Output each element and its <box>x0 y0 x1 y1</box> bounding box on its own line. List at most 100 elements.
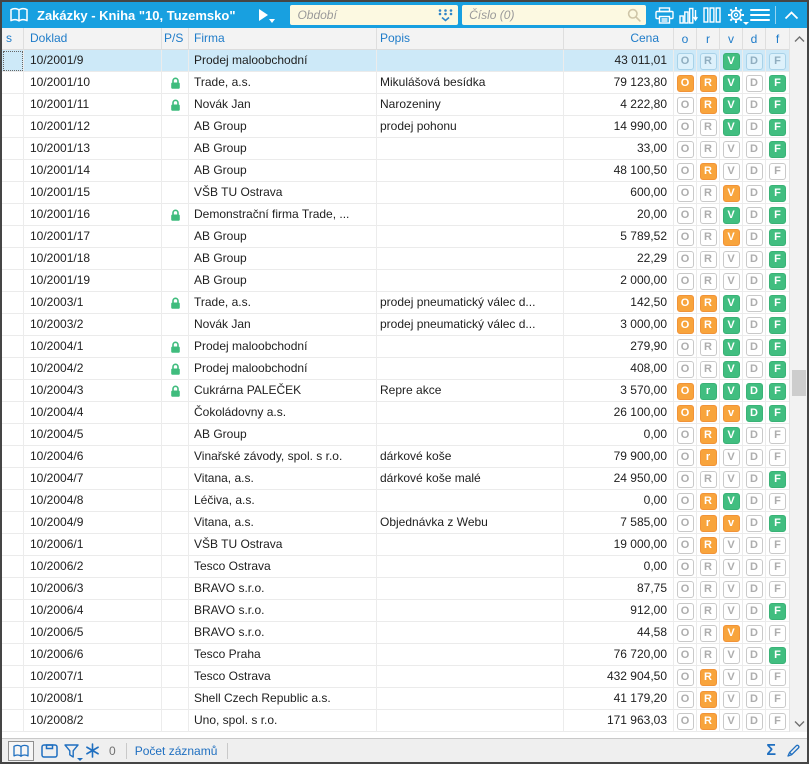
row-marker-cell[interactable] <box>2 710 24 732</box>
row-marker-cell[interactable] <box>2 226 24 248</box>
table-row[interactable]: 10/2001/13 AB Group 33,00 O R V D F <box>2 138 789 160</box>
column-header-v[interactable]: v <box>720 28 743 50</box>
table-row[interactable]: 10/2006/3 BRAVO s.r.o. 87,75 O R V D F <box>2 578 789 600</box>
column-header-cena[interactable]: Cena <box>564 28 674 50</box>
row-marker-cell[interactable] <box>2 292 24 314</box>
archive-button[interactable] <box>41 741 58 761</box>
row-marker-cell[interactable] <box>2 666 24 688</box>
table-row[interactable]: 10/2004/4 Čokoládovny a.s. 26 100,00 Or v D F <box>2 402 789 424</box>
status-badge-r: R <box>699 558 717 576</box>
status-badge-d: D <box>745 404 763 422</box>
table-row[interactable]: 10/2006/5 BRAVO s.r.o. 44,58 O R V D F <box>2 622 789 644</box>
scrollbar-thumb[interactable] <box>792 370 806 396</box>
columns-button[interactable] <box>701 4 723 26</box>
period-picker-icon[interactable] <box>437 8 454 27</box>
table-row[interactable]: 10/2001/16 Demonstrační firma Trade, ... 2… <box>2 204 789 226</box>
row-marker-cell[interactable] <box>2 424 24 446</box>
row-marker-cell[interactable] <box>2 380 24 402</box>
scroll-down-button[interactable] <box>790 714 807 732</box>
collapse-panel-button[interactable] <box>773 4 802 26</box>
table-row[interactable]: 10/2001/17 AB Group 5 789,52 O R V D F <box>2 226 789 248</box>
table-row[interactable]: 10/2006/1 VŠB TU Ostrava 19 000,00 O R V D F <box>2 534 789 556</box>
row-marker-cell[interactable] <box>2 94 24 116</box>
row-marker-cell[interactable] <box>2 490 24 512</box>
row-marker-cell[interactable] <box>2 248 24 270</box>
column-header-popis[interactable]: Popis <box>377 28 564 50</box>
row-marker-cell[interactable] <box>2 600 24 622</box>
table-row[interactable]: 10/2001/9 Prodej maloobchodní 43 011,01 O R V… <box>2 50 789 72</box>
status-badge-f: F <box>769 624 786 642</box>
row-marker-cell[interactable] <box>2 622 24 644</box>
row-marker-cell[interactable] <box>2 446 24 468</box>
row-marker-cell[interactable] <box>2 358 24 380</box>
vertical-scrollbar[interactable] <box>789 28 807 732</box>
table-row[interactable]: 10/2001/11 Novák Jan Narozeniny 4 222,80 O R V… <box>2 94 789 116</box>
table-row[interactable]: 10/2003/1 Trade, a.s. prodej pneumatický v… <box>2 292 789 314</box>
row-marker-cell[interactable] <box>2 270 24 292</box>
row-marker-cell[interactable] <box>2 72 24 94</box>
row-marker-cell[interactable] <box>2 512 24 534</box>
column-header-o[interactable]: o <box>674 28 697 50</box>
row-marker-cell[interactable] <box>2 556 24 578</box>
cell-badge: D <box>743 644 766 666</box>
record-count-label[interactable]: Počet záznamů <box>135 744 218 758</box>
table-row[interactable]: 10/2004/7 Vitana, a.s. dárkové koše malé 24… <box>2 468 789 490</box>
table-row[interactable]: 10/2001/14 AB Group 48 100,50 O R V D F <box>2 160 789 182</box>
search-input[interactable] <box>462 6 646 24</box>
table-row[interactable]: 10/2004/2 Prodej maloobchodní 408,00 O R V D F <box>2 358 789 380</box>
chart-button[interactable] <box>677 4 699 26</box>
table-row[interactable]: 10/2001/10 Trade, a.s. Mikulášová besídka 7… <box>2 72 789 94</box>
table-row[interactable]: 10/2001/19 AB Group 2 000,00 O R V D F <box>2 270 789 292</box>
row-marker-cell[interactable] <box>2 336 24 358</box>
table-row[interactable]: 10/2003/2 Novák Jan prodej pneumatický vál… <box>2 314 789 336</box>
row-marker-cell[interactable] <box>2 578 24 600</box>
snowflake-button[interactable] <box>85 741 100 761</box>
table-row[interactable]: 10/2004/9 Vitana, a.s. Objednávka z Webu 7 … <box>2 512 789 534</box>
table-row[interactable]: 10/2007/1 Tesco Ostrava 432 904,50 O R V D F <box>2 666 789 688</box>
row-marker-cell[interactable] <box>2 50 24 72</box>
column-header-doklad[interactable]: Doklad <box>24 28 162 50</box>
table-row[interactable]: 10/2006/6 Tesco Praha 76 720,00 O R V D F <box>2 644 789 666</box>
table-row[interactable]: 10/2001/15 VŠB TU Ostrava 600,00 O R V D F <box>2 182 789 204</box>
row-marker-cell[interactable] <box>2 402 24 424</box>
row-marker-cell[interactable] <box>2 138 24 160</box>
cell-badge: R <box>697 468 720 490</box>
table-row[interactable]: 10/2006/2 Tesco Ostrava 0,00 O R V D F <box>2 556 789 578</box>
sum-button[interactable]: Σ <box>766 742 776 759</box>
row-marker-cell[interactable] <box>2 204 24 226</box>
menu-button[interactable] <box>749 4 771 26</box>
view-book-button[interactable] <box>8 740 34 761</box>
table-row[interactable]: 10/2008/2 Uno, spol. s r.o. 171 963,03 O R V D… <box>2 710 789 732</box>
column-header-firma[interactable]: Firma <box>189 28 377 50</box>
table-row[interactable]: 10/2004/5 AB Group 0,00 O R V D F <box>2 424 789 446</box>
column-header-r[interactable]: r <box>697 28 720 50</box>
scroll-up-button[interactable] <box>790 30 807 48</box>
table-row[interactable]: 10/2004/8 Léčiva, a.s. 0,00 O R V D F <box>2 490 789 512</box>
table-row[interactable]: 10/2004/3 Cukrárna PALEČEK Repre akce 3 570… <box>2 380 789 402</box>
row-marker-cell[interactable] <box>2 688 24 710</box>
table-row[interactable]: 10/2001/18 AB Group 22,29 O R V D F <box>2 248 789 270</box>
row-marker-cell[interactable] <box>2 116 24 138</box>
table-row[interactable]: 10/2006/4 BRAVO s.r.o. 912,00 O R V D F <box>2 600 789 622</box>
edit-button[interactable] <box>786 741 801 761</box>
column-header-f[interactable]: f <box>766 28 789 50</box>
table-row[interactable]: 10/2004/6 Vinařské závody, spol. s r.o. dá… <box>2 446 789 468</box>
column-header-s[interactable]: s <box>2 28 24 50</box>
run-book-button[interactable] <box>256 6 277 24</box>
row-marker-cell[interactable] <box>2 644 24 666</box>
column-header-ps[interactable]: P/S <box>162 28 189 50</box>
table-row[interactable]: 10/2004/1 Prodej maloobchodní 279,90 O R V D F <box>2 336 789 358</box>
row-marker-cell[interactable] <box>2 314 24 336</box>
filter-button[interactable] <box>64 741 83 761</box>
period-input[interactable] <box>290 6 459 24</box>
table-row[interactable]: 10/2008/1 Shell Czech Republic a.s. 41 179… <box>2 688 789 710</box>
cell-doklad: 10/2001/18 <box>24 248 162 270</box>
row-marker-cell[interactable] <box>2 182 24 204</box>
print-button[interactable] <box>653 4 675 26</box>
column-header-d[interactable]: d <box>743 28 766 50</box>
row-marker-cell[interactable] <box>2 468 24 490</box>
row-marker-cell[interactable] <box>2 534 24 556</box>
settings-button[interactable] <box>725 4 749 26</box>
table-row[interactable]: 10/2001/12 AB Group prodej pohonu 14 990,00… <box>2 116 789 138</box>
row-marker-cell[interactable] <box>2 160 24 182</box>
